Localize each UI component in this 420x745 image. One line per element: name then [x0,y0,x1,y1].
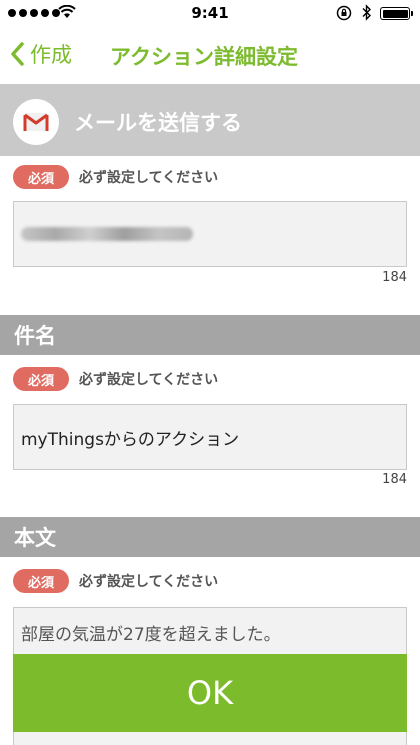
bluetooth-icon [362,4,371,21]
blurred-email-value [21,227,193,241]
subject-required-row: 必須 必ず設定してください [13,366,218,392]
required-hint: 必ず設定してください [79,372,219,388]
email-address-field[interactable] [13,201,407,267]
back-button[interactable]: 作成 [10,39,72,69]
required-badge: 必須 [13,569,69,593]
email-required-row: 必須 必ず設定してください [13,164,218,190]
subject-char-counter: 184 [382,472,407,487]
body-section-header: 本文 [0,517,420,557]
body-required-row: 必須 必ず設定してください [13,568,218,594]
subject-section-header: 件名 [0,315,420,355]
rotation-lock-icon [336,5,352,21]
subject-field[interactable]: myThingsからのアクション [13,404,407,470]
back-button-label: 作成 [30,43,72,67]
status-bar: 9:41 [0,0,420,26]
nav-bar: 作成 アクション詳細設定 [0,26,420,84]
email-char-counter: 184 [382,270,407,285]
required-badge: 必須 [13,165,69,189]
required-hint: 必ず設定してください [79,574,219,590]
service-title: メールを送信する [74,111,242,135]
battery-icon [380,7,413,20]
gmail-icon [13,99,59,145]
ok-button[interactable]: OK [13,654,407,732]
chevron-left-icon [11,42,24,66]
clock: 9:41 [191,4,229,22]
required-badge: 必須 [13,367,69,391]
service-header: メールを送信する [0,84,420,156]
required-hint: 必ず設定してください [79,170,219,186]
page-title: アクション詳細設定 [110,45,298,69]
